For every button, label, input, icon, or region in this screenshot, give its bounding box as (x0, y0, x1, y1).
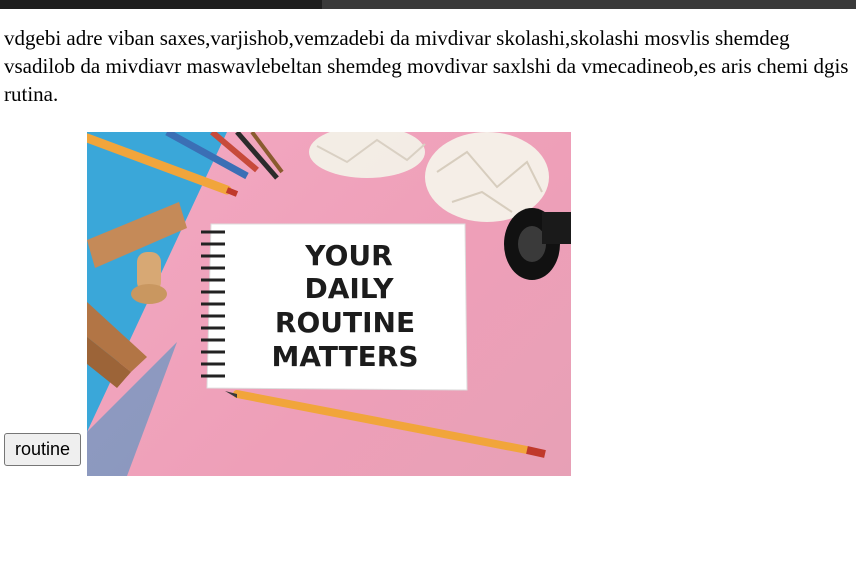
ink-bottle-icon (504, 208, 572, 280)
routine-button[interactable]: routine (4, 433, 82, 466)
notebook-line-3: ROUTINE (275, 306, 415, 339)
routine-paragraph: vdgebi adre viban saxes,varjishob,vemzad… (4, 26, 849, 106)
daily-routine-illustration: YOUR DAILY ROUTINE MATTERS (87, 132, 572, 476)
top-bar (0, 0, 856, 9)
notebook-line-4: MATTERS (272, 340, 419, 373)
paper-ball-icon (309, 132, 426, 178)
daily-routine-image: YOUR DAILY ROUTINE MATTERS (87, 132, 572, 476)
notebook-line-2: DAILY (305, 272, 395, 305)
top-bar-segment (0, 0, 322, 9)
notebook-icon: YOUR DAILY ROUTINE MATTERS (201, 223, 468, 391)
content-row: routine YOUR DAILY ROUTINE MATTERS (4, 132, 572, 476)
pencil-icon (225, 390, 546, 458)
notebook-line-1: YOUR (304, 239, 392, 272)
